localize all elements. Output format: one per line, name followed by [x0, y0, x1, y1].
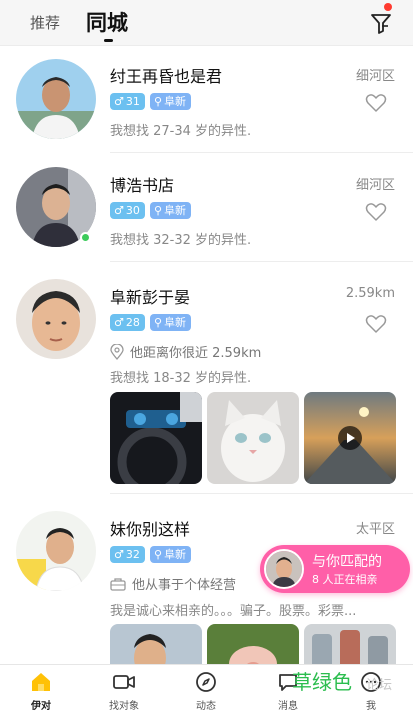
age-value: 31 [125, 95, 140, 108]
distance-label: 2.59km [345, 286, 395, 301]
distance-label: 太平区 [355, 522, 395, 537]
location-pin-icon: ⚲ [154, 548, 163, 561]
age-value: 32 [125, 548, 140, 561]
match-avatar [264, 549, 304, 589]
age-badge: ♂ 31 [110, 93, 145, 110]
nav-label-find: 找对象 [109, 701, 139, 712]
watermark-text: 草绿色 [292, 670, 352, 694]
compass-icon [196, 672, 216, 692]
photo-thumbnail[interactable] [110, 624, 202, 664]
play-icon [347, 433, 355, 443]
location-pin-icon: ⚲ [154, 204, 163, 217]
location-badge: ⚲ 阜新 [150, 202, 192, 219]
male-icon: ♂ [114, 548, 124, 561]
seek-text: 我想找 18-32 岁的异性. [110, 371, 252, 386]
match-banner[interactable]: 与你匹配的 8 人正在相亲 [260, 545, 410, 593]
nav-item-find[interactable]: 找对象 [94, 665, 154, 712]
location-badge: ⚲ 阜新 [150, 93, 192, 110]
age-value: 28 [125, 316, 140, 329]
match-title: 与你匹配的 [312, 554, 382, 570]
location-value: 阜新 [164, 95, 187, 108]
occupation-line: 他从事于个体经营 [110, 574, 236, 593]
nearby-line: 他距离你很近 2.59km [110, 342, 261, 361]
location-pin-icon: ⚲ [154, 316, 163, 329]
filter-icon[interactable] [368, 10, 394, 36]
location-value: 阜新 [164, 204, 187, 217]
location-pin-icon [110, 343, 124, 360]
nav-label-home: 伊对 [31, 701, 51, 712]
age-badge: ♂ 30 [110, 202, 145, 219]
male-icon: ♂ [114, 95, 124, 108]
heart-icon[interactable] [365, 202, 387, 222]
seek-text: 我是诚心来相亲的。。。骗子。股票。彩票... [110, 604, 357, 619]
photo-thumbnail[interactable] [110, 392, 202, 484]
male-icon: ♂ [114, 316, 124, 329]
location-value: 阜新 [164, 316, 187, 329]
user-name[interactable]: 妹你别这样 [110, 516, 190, 540]
photo-thumbnail[interactable] [207, 624, 299, 664]
avatar[interactable] [16, 59, 96, 139]
age-value: 30 [125, 204, 140, 217]
user-name[interactable]: 博浩书店 [110, 172, 174, 196]
location-badge: ⚲ 阜新 [150, 546, 192, 563]
location-value: 阜新 [164, 548, 187, 561]
user-name[interactable]: 阜新彭于晏 [110, 284, 190, 308]
nav-item-moments[interactable]: 动态 [176, 665, 236, 712]
distance-label: 细河区 [355, 69, 395, 84]
match-subtitle: 8 人正在相亲 [312, 573, 378, 586]
location-pin-icon: ⚲ [154, 95, 163, 108]
user-card[interactable]: 纣王再昏也是君 细河区 ♂ 31 ⚲ 阜新 我想找 27-34 岁的异性. [0, 46, 413, 153]
user-card[interactable]: 阜新彭于晏 2.59km ♂ 28 ⚲ 阜新 他距离你很近 2.59km 我想找 1… [0, 262, 413, 494]
nav-item-home[interactable]: 伊对 [11, 665, 71, 712]
watermark-suffix: 论坛 [366, 678, 393, 693]
home-icon [32, 673, 50, 691]
avatar[interactable] [16, 279, 96, 359]
play-button[interactable] [338, 426, 362, 450]
active-tab-indicator [104, 39, 113, 42]
nav-label-messages: 消息 [278, 701, 298, 712]
occupation-text: 他从事于个体经营 [132, 578, 237, 593]
photo-thumbnail[interactable] [207, 392, 299, 484]
seek-text: 我想找 32-32 岁的异性. [110, 233, 252, 248]
nearby-text: 他距离你很近 2.59km [130, 346, 262, 361]
photo-thumbnail[interactable] [304, 624, 396, 664]
online-indicator [80, 232, 91, 243]
user-name[interactable]: 纣王再昏也是君 [110, 63, 222, 87]
video-icon [113, 675, 135, 689]
top-bar: 推荐 同城 [0, 0, 413, 46]
briefcase-icon [110, 577, 126, 591]
distance-label: 细河区 [355, 178, 395, 193]
heart-icon[interactable] [365, 314, 387, 334]
tab-city[interactable]: 同城 [86, 7, 128, 37]
avatar[interactable] [16, 511, 96, 591]
nav-label-me: 我 [366, 701, 376, 712]
male-icon: ♂ [114, 204, 124, 217]
video-thumbnail[interactable] [304, 392, 396, 484]
nav-label-moments: 动态 [196, 701, 216, 712]
notification-dot [384, 3, 392, 11]
tab-recommend[interactable]: 推荐 [30, 12, 60, 33]
seek-text: 我想找 27-34 岁的异性. [110, 124, 252, 139]
heart-icon[interactable] [365, 93, 387, 113]
age-badge: ♂ 28 [110, 314, 145, 331]
age-badge: ♂ 32 [110, 546, 145, 563]
location-badge: ⚲ 阜新 [150, 314, 192, 331]
user-card[interactable]: 博浩书店 细河区 ♂ 30 ⚲ 阜新 我想找 32-32 岁的异性. [0, 153, 413, 262]
